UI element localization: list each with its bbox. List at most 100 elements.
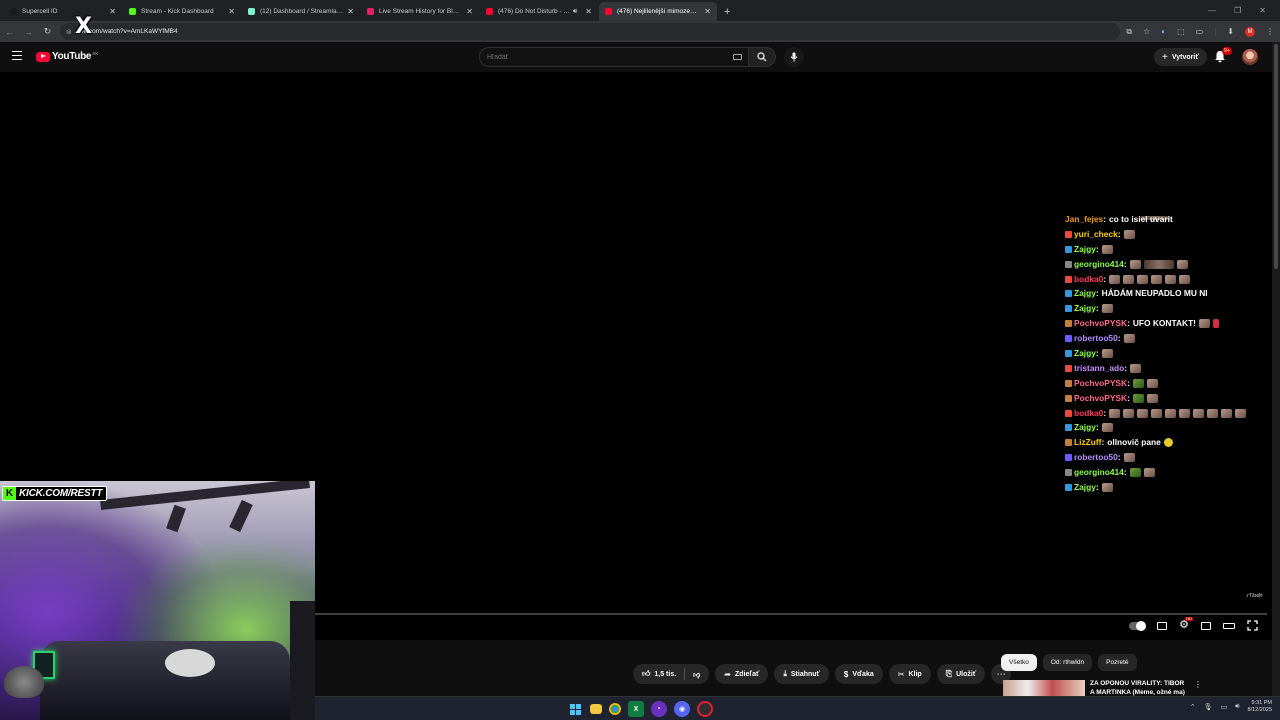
chat-username: Zajgy [1074, 243, 1096, 254]
chat-colon: : [1095, 243, 1099, 254]
account-avatar[interactable] [1242, 49, 1258, 65]
chat-badge-icon [1065, 469, 1072, 477]
site-info-icon[interactable]: ⊜ [66, 28, 72, 36]
create-button[interactable]: + Vytvoriť [1154, 48, 1207, 66]
chat-message: PochvoPYSK: [1065, 391, 1275, 406]
chat-badge-icon [1065, 349, 1072, 357]
clip-button[interactable]: ✂ Klip [888, 664, 931, 684]
fullscreen-icon[interactable] [1247, 620, 1258, 631]
like-count[interactable]: 1,5 tis. [654, 671, 676, 678]
browser-menu-icon[interactable]: ⋮ [1266, 27, 1274, 36]
discord-icon[interactable]: ◉ [674, 701, 690, 717]
close-tab-icon[interactable]: ✕ [228, 7, 235, 16]
save-button[interactable]: ⎘ Uložiť [936, 664, 986, 684]
progress-bar[interactable] [315, 613, 1267, 615]
thumbs-down-icon[interactable]: 👎︎ [693, 670, 700, 679]
chat-text: HÁDÁM NEUPADLO MU NI [1101, 288, 1208, 299]
share-label: Zdieľať [734, 670, 760, 678]
autoplay-toggle[interactable] [1129, 620, 1147, 631]
search-button[interactable] [748, 47, 776, 67]
close-tab-icon[interactable]: ✕ [585, 7, 592, 16]
chat-badge-icon [1065, 454, 1072, 462]
filter-chip[interactable]: Od: rthwldn [1042, 654, 1093, 671]
divider [684, 668, 686, 680]
favicon-icon [129, 8, 136, 15]
windows-start-icon[interactable] [567, 701, 583, 717]
video-player[interactable]: Jan_fejes: co to isiel uvarit yuri_check: Z… [0, 72, 1275, 720]
sidebar-icon[interactable]: ▭ [1196, 27, 1204, 36]
chat-badge-icon [1065, 230, 1072, 238]
screen: Supercell ID ✕ Stream - Kick Dashboard ✕ (12… [0, 0, 1280, 720]
chat-colon: : [1124, 362, 1128, 373]
miniplayer-icon[interactable] [1201, 621, 1211, 630]
extensions-puzzle-icon[interactable]: ⬚ [1177, 27, 1185, 36]
minimize-icon[interactable]: — [1208, 6, 1216, 15]
close-tab-icon[interactable]: ✕ [704, 7, 711, 16]
thanks-button[interactable]: $ Vďaka [834, 664, 883, 684]
taskbar-apps: X • ◉ [567, 701, 713, 717]
scrollbar-thumb[interactable] [1274, 44, 1278, 269]
app-icon[interactable]: • [651, 701, 667, 717]
download-button[interactable]: ⤓ Stiahnuť [774, 664, 829, 684]
settings-gear-icon[interactable]: ⚙ HD [1179, 617, 1193, 631]
tab-title: (12) Dashboard / Streamlabs [260, 8, 344, 15]
extension-icon[interactable]: ◐ [1161, 27, 1166, 36]
microphone-tray-icon[interactable]: 🎙︎ [1204, 703, 1213, 711]
excel-icon[interactable]: X [628, 701, 644, 717]
maximize-icon[interactable]: ❐ [1234, 6, 1241, 15]
back-icon[interactable]: ← [0, 27, 19, 37]
chat-message: Zajgy: [1065, 346, 1275, 361]
new-tab-button[interactable]: + [724, 2, 730, 21]
volume-icon[interactable]: 🔊︎ [1235, 703, 1239, 711]
browser-tab[interactable]: Supercell ID ✕ [4, 2, 122, 21]
emote-icon [1101, 348, 1113, 358]
chevron-up-icon[interactable]: ⌃ [1190, 703, 1196, 711]
chat-colon: : [1117, 228, 1121, 239]
emote-icon [1165, 274, 1177, 284]
profile-avatar[interactable]: M [1245, 26, 1255, 37]
youtube-logo[interactable]: YouTube SK [36, 51, 98, 62]
downloads-icon[interactable]: ⬇ [1227, 27, 1234, 36]
clock-date: 8/12/2025 [1247, 707, 1272, 713]
clock[interactable]: 9:31 PM 8/12/2025 [1248, 700, 1272, 714]
subtitles-icon[interactable] [1157, 621, 1168, 630]
close-tab-icon[interactable]: ✕ [466, 7, 473, 16]
voice-search-button[interactable] [784, 47, 804, 67]
install-app-icon[interactable]: ⧉ [1126, 27, 1132, 37]
close-tab-icon[interactable]: ✕ [347, 7, 354, 16]
close-window-icon[interactable]: ✕ [1259, 6, 1266, 15]
filter-chip[interactable]: Pozreté [1098, 654, 1137, 671]
search-input[interactable] [487, 53, 707, 61]
browser-tab[interactable]: (476) Do Not Disturb - You 🔊︎ ✕ [480, 2, 598, 21]
browser-tab[interactable]: (476) Nejlilenější mimozemské ✕ [599, 2, 717, 21]
file-explorer-icon[interactable] [590, 704, 602, 714]
thumbs-up-icon[interactable]: 👍︎ [642, 669, 650, 679]
chat-text: ollnovič pane [1107, 437, 1161, 448]
emote-icon [1143, 468, 1155, 478]
chat-colon: : [1101, 437, 1105, 448]
video-actions: 👍︎ 1,5 tis. 👎︎ ➦ Zdieľať ⤓ Stiahnuť $ Vď… [633, 664, 1012, 684]
network-icon[interactable]: ▭ [1220, 703, 1227, 711]
obs-icon[interactable] [697, 701, 713, 717]
chat-badge-icon [1065, 483, 1072, 491]
browser-tab[interactable]: Live Stream History for Blerp St ✕ [361, 2, 479, 21]
search-box [479, 47, 748, 67]
chrome-icon[interactable] [609, 703, 621, 715]
ceiling-beam [100, 481, 310, 510]
bookmark-star-icon[interactable]: ☆ [1143, 27, 1150, 36]
hd-badge: HD [1185, 616, 1193, 621]
browser-tab[interactable]: Stream - Kick Dashboard ✕ [123, 2, 241, 21]
chat-colon: : [1127, 392, 1130, 403]
forward-icon[interactable]: → [19, 27, 38, 37]
address-bar[interactable]: ⊜ be.com/watch?v=AmLKaWYfMB4 [60, 23, 1120, 40]
close-tab-icon[interactable]: ✕ [109, 7, 116, 16]
keyboard-icon[interactable] [733, 54, 742, 60]
theater-mode-icon[interactable] [1223, 622, 1235, 629]
filter-chip[interactable]: Všetko [1001, 654, 1037, 671]
menu-icon[interactable] [12, 51, 22, 60]
browser-tab[interactable]: (12) Dashboard / Streamlabs ✕ [242, 2, 360, 21]
audio-playing-icon[interactable]: 🔊︎ [573, 8, 577, 16]
share-button[interactable]: ➦ Zdieľať [715, 664, 769, 684]
chat-message: LizZuff: ollnovič pane [1065, 435, 1275, 450]
reload-icon[interactable]: ↻ [38, 26, 57, 37]
